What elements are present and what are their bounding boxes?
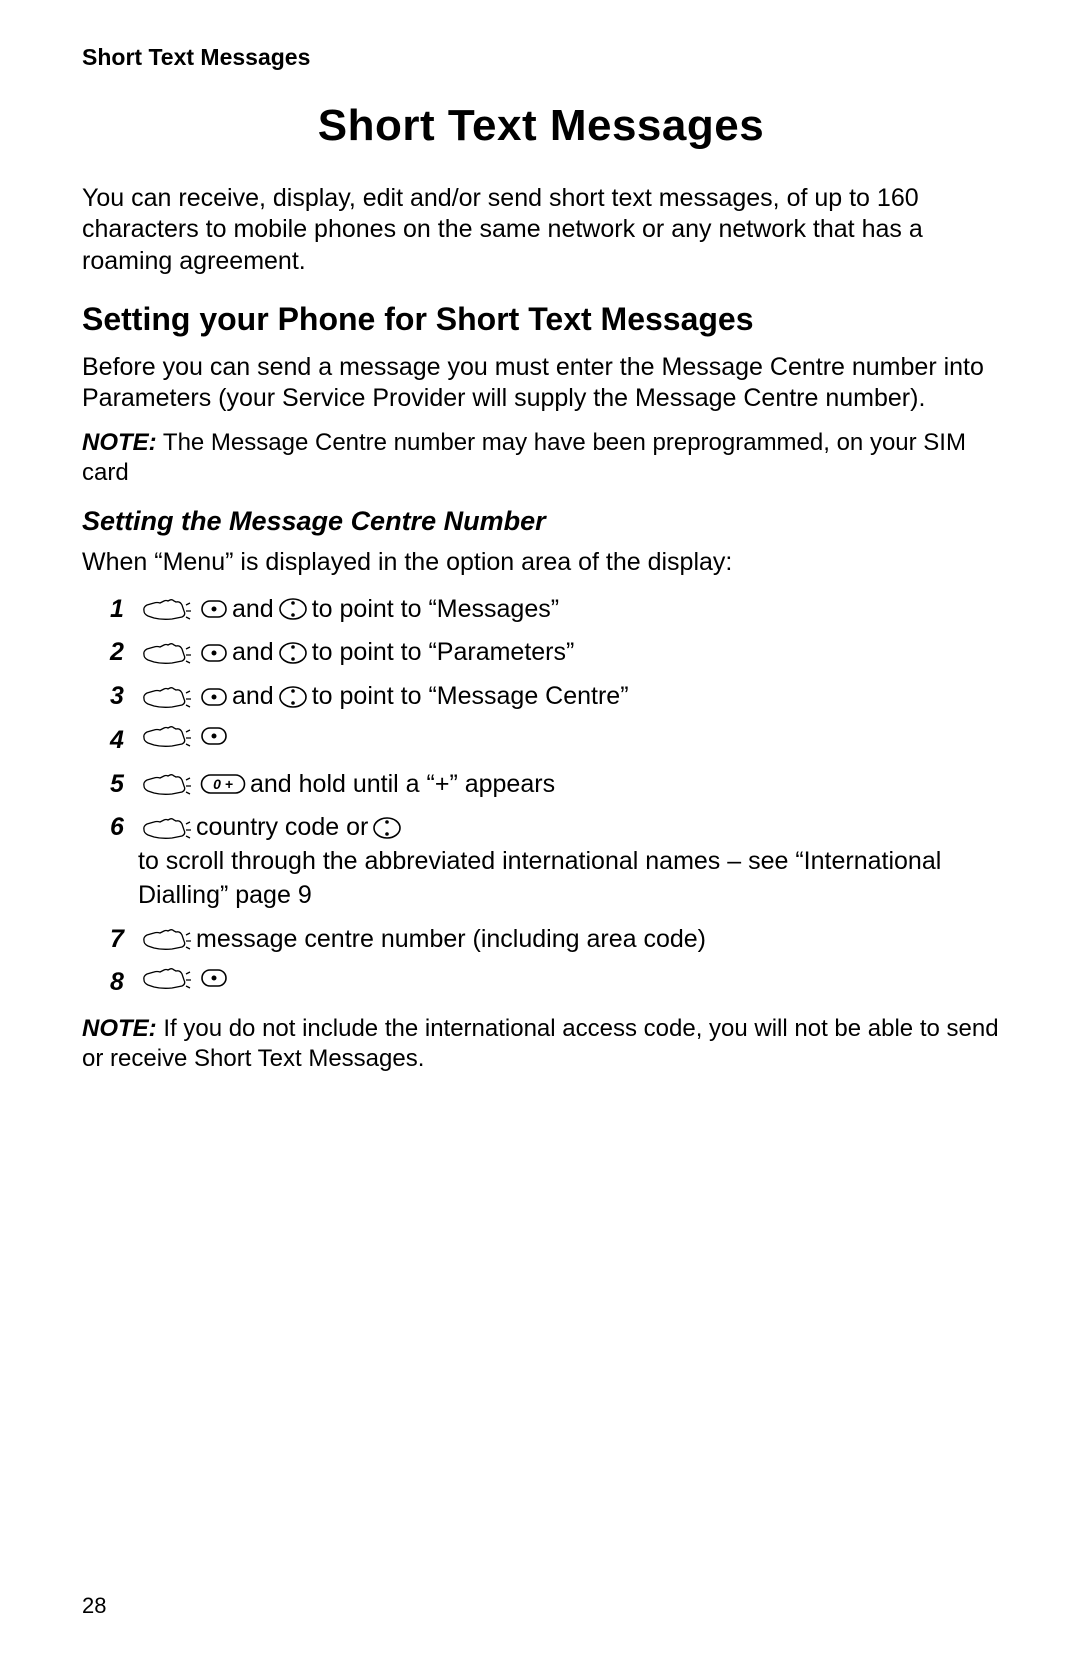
step-number: 3 <box>110 680 138 714</box>
step-text: to point to “Messages” <box>312 593 559 627</box>
select-icon <box>200 686 228 708</box>
scroll-icon <box>278 685 308 709</box>
step-3: 3 and to point to “Message Centre” <box>110 680 1000 714</box>
step-text: country code or <box>196 811 368 845</box>
svg-text:0 +: 0 + <box>213 776 233 792</box>
step-text: and hold until a “+” appears <box>250 768 555 802</box>
step-number: 4 <box>110 724 138 758</box>
note-text: The Message Centre number may have been … <box>82 429 966 486</box>
note-2: NOTE: If you do not include the internat… <box>82 1014 1000 1074</box>
step-5: 5 0 + and hold until a “+” appears <box>110 768 1000 802</box>
hand-icon <box>142 927 192 951</box>
step-6: 6 country code or to scroll through the … <box>110 811 1000 912</box>
select-icon <box>200 967 228 989</box>
step-number: 6 <box>110 811 138 845</box>
step-text: and <box>232 680 274 714</box>
hand-icon <box>142 966 192 990</box>
select-icon <box>200 725 228 747</box>
step-number: 5 <box>110 768 138 802</box>
section-intro: Before you can send a message you must e… <box>82 352 1000 415</box>
intro-text: You can receive, display, edit and/or se… <box>82 183 1000 277</box>
step-4: 4 <box>110 724 1000 758</box>
page-header: Short Text Messages <box>82 44 1000 71</box>
section-heading: Setting your Phone for Short Text Messag… <box>82 301 1000 338</box>
step-text: and <box>232 593 274 627</box>
scroll-icon <box>278 641 308 665</box>
step-text: to scroll through the abbreviated intern… <box>138 845 1000 913</box>
when-text: When “Menu” is displayed in the option a… <box>82 547 1000 578</box>
select-icon <box>200 598 228 620</box>
step-number: 8 <box>110 966 138 1000</box>
note-text: If you do not include the international … <box>82 1015 999 1072</box>
steps-list: 1 and to point to “Messages” 2 and to po… <box>110 593 1000 1001</box>
note-label: NOTE: <box>82 1015 157 1042</box>
step-number: 7 <box>110 923 138 957</box>
hand-icon <box>142 641 192 665</box>
page-number: 28 <box>82 1593 106 1619</box>
step-7: 7 message centre number (including area … <box>110 923 1000 957</box>
hand-icon <box>142 724 192 748</box>
sub-heading: Setting the Message Centre Number <box>82 506 1000 537</box>
hand-icon <box>142 816 192 840</box>
hand-icon <box>142 597 192 621</box>
note-1: NOTE: The Message Centre number may have… <box>82 428 1000 488</box>
step-number: 2 <box>110 636 138 670</box>
step-text: to point to “Message Centre” <box>312 680 629 714</box>
note-label: NOTE: <box>82 429 157 456</box>
main-title: Short Text Messages <box>82 101 1000 151</box>
select-icon <box>200 642 228 664</box>
step-text: message centre number (including area co… <box>196 923 706 957</box>
step-number: 1 <box>110 593 138 627</box>
step-text: to point to “Parameters” <box>312 636 575 670</box>
hand-icon <box>142 685 192 709</box>
step-text: and <box>232 636 274 670</box>
scroll-icon <box>278 597 308 621</box>
step-2: 2 and to point to “Parameters” <box>110 636 1000 670</box>
step-8: 8 <box>110 966 1000 1000</box>
key-zero-plus-icon: 0 + <box>200 773 246 795</box>
scroll-icon <box>372 816 402 840</box>
hand-icon <box>142 772 192 796</box>
step-1: 1 and to point to “Messages” <box>110 593 1000 627</box>
